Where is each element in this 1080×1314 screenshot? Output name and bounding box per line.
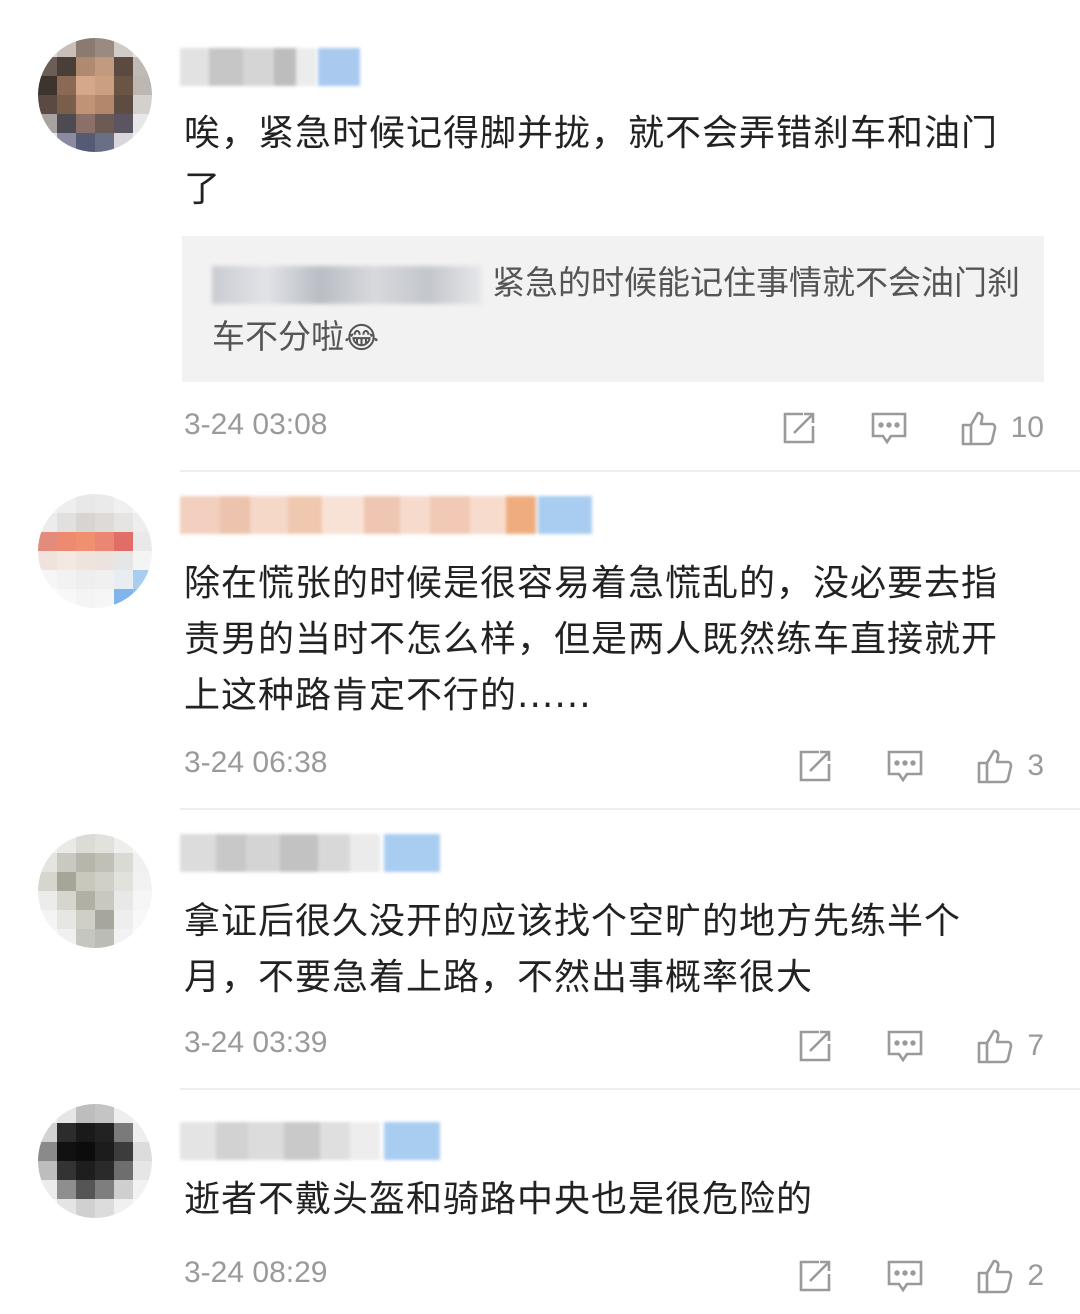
username[interactable]: [180, 1122, 440, 1160]
timestamp: 3-24 03:08: [184, 408, 328, 441]
comment-meta: 3-24 03:39 7: [184, 1022, 1044, 1070]
comment-text: 拿证后很久没开的应该找个空旷的地方先练半个月，不要急着上路，不然出事概率很大: [184, 901, 962, 998]
comment-icon[interactable]: [869, 408, 909, 448]
username[interactable]: [180, 834, 440, 872]
comment-actions: 10: [779, 404, 1044, 452]
share-icon[interactable]: [795, 1026, 835, 1066]
like-count: 10: [1010, 411, 1044, 444]
share-icon[interactable]: [779, 408, 819, 448]
laughing-crying-emoji-icon: 😂: [344, 320, 380, 356]
comment-actions: 7: [795, 1022, 1044, 1070]
thumbs-up-icon[interactable]: [959, 408, 999, 448]
like-count: 3: [1027, 749, 1044, 782]
avatar[interactable]: [38, 834, 152, 948]
divider: [180, 808, 1080, 810]
thumbs-up-icon[interactable]: [975, 746, 1015, 786]
timestamp: 3-24 06:38: [184, 746, 328, 779]
comment-actions: 3: [795, 742, 1044, 790]
comment-meta: 3-24 08:29 2: [184, 1252, 1044, 1300]
comment-icon[interactable]: [885, 746, 925, 786]
username[interactable]: [180, 48, 360, 86]
divider: [180, 1088, 1080, 1090]
like-count: 2: [1027, 1259, 1044, 1292]
avatar[interactable]: [38, 1104, 152, 1218]
comment-actions: 2: [795, 1252, 1044, 1300]
comment-icon[interactable]: [885, 1256, 925, 1296]
thumbs-up-icon[interactable]: [975, 1026, 1015, 1066]
comment-text: 除在慌张的时候是很容易着急慌乱的，没必要去指责男的当时不怎么样，但是两人既然练车…: [184, 563, 999, 716]
comment-text: 逝者不戴头盔和骑路中央也是很危险的: [184, 1179, 814, 1220]
quoted-reply[interactable]: 紧急的时候能记住事情就不会油门刹车不分啦😂: [182, 236, 1044, 382]
like-count: 7: [1027, 1029, 1044, 1062]
divider: [180, 470, 1080, 472]
timestamp: 3-24 03:39: [184, 1026, 328, 1059]
comment-icon[interactable]: [885, 1026, 925, 1066]
comment-text: 唉，紧急时候记得脚并拢，就不会弄错刹车和油门了: [184, 113, 999, 210]
share-icon[interactable]: [795, 746, 835, 786]
avatar[interactable]: [38, 494, 152, 608]
share-icon[interactable]: [795, 1256, 835, 1296]
avatar[interactable]: [38, 38, 152, 152]
username[interactable]: [180, 496, 610, 534]
quoted-username: [212, 265, 482, 304]
timestamp: 3-24 08:29: [184, 1256, 328, 1289]
comment-meta: 3-24 03:08 10: [184, 404, 1044, 452]
comment-meta: 3-24 06:38 3: [184, 742, 1044, 790]
thumbs-up-icon[interactable]: [975, 1256, 1015, 1296]
